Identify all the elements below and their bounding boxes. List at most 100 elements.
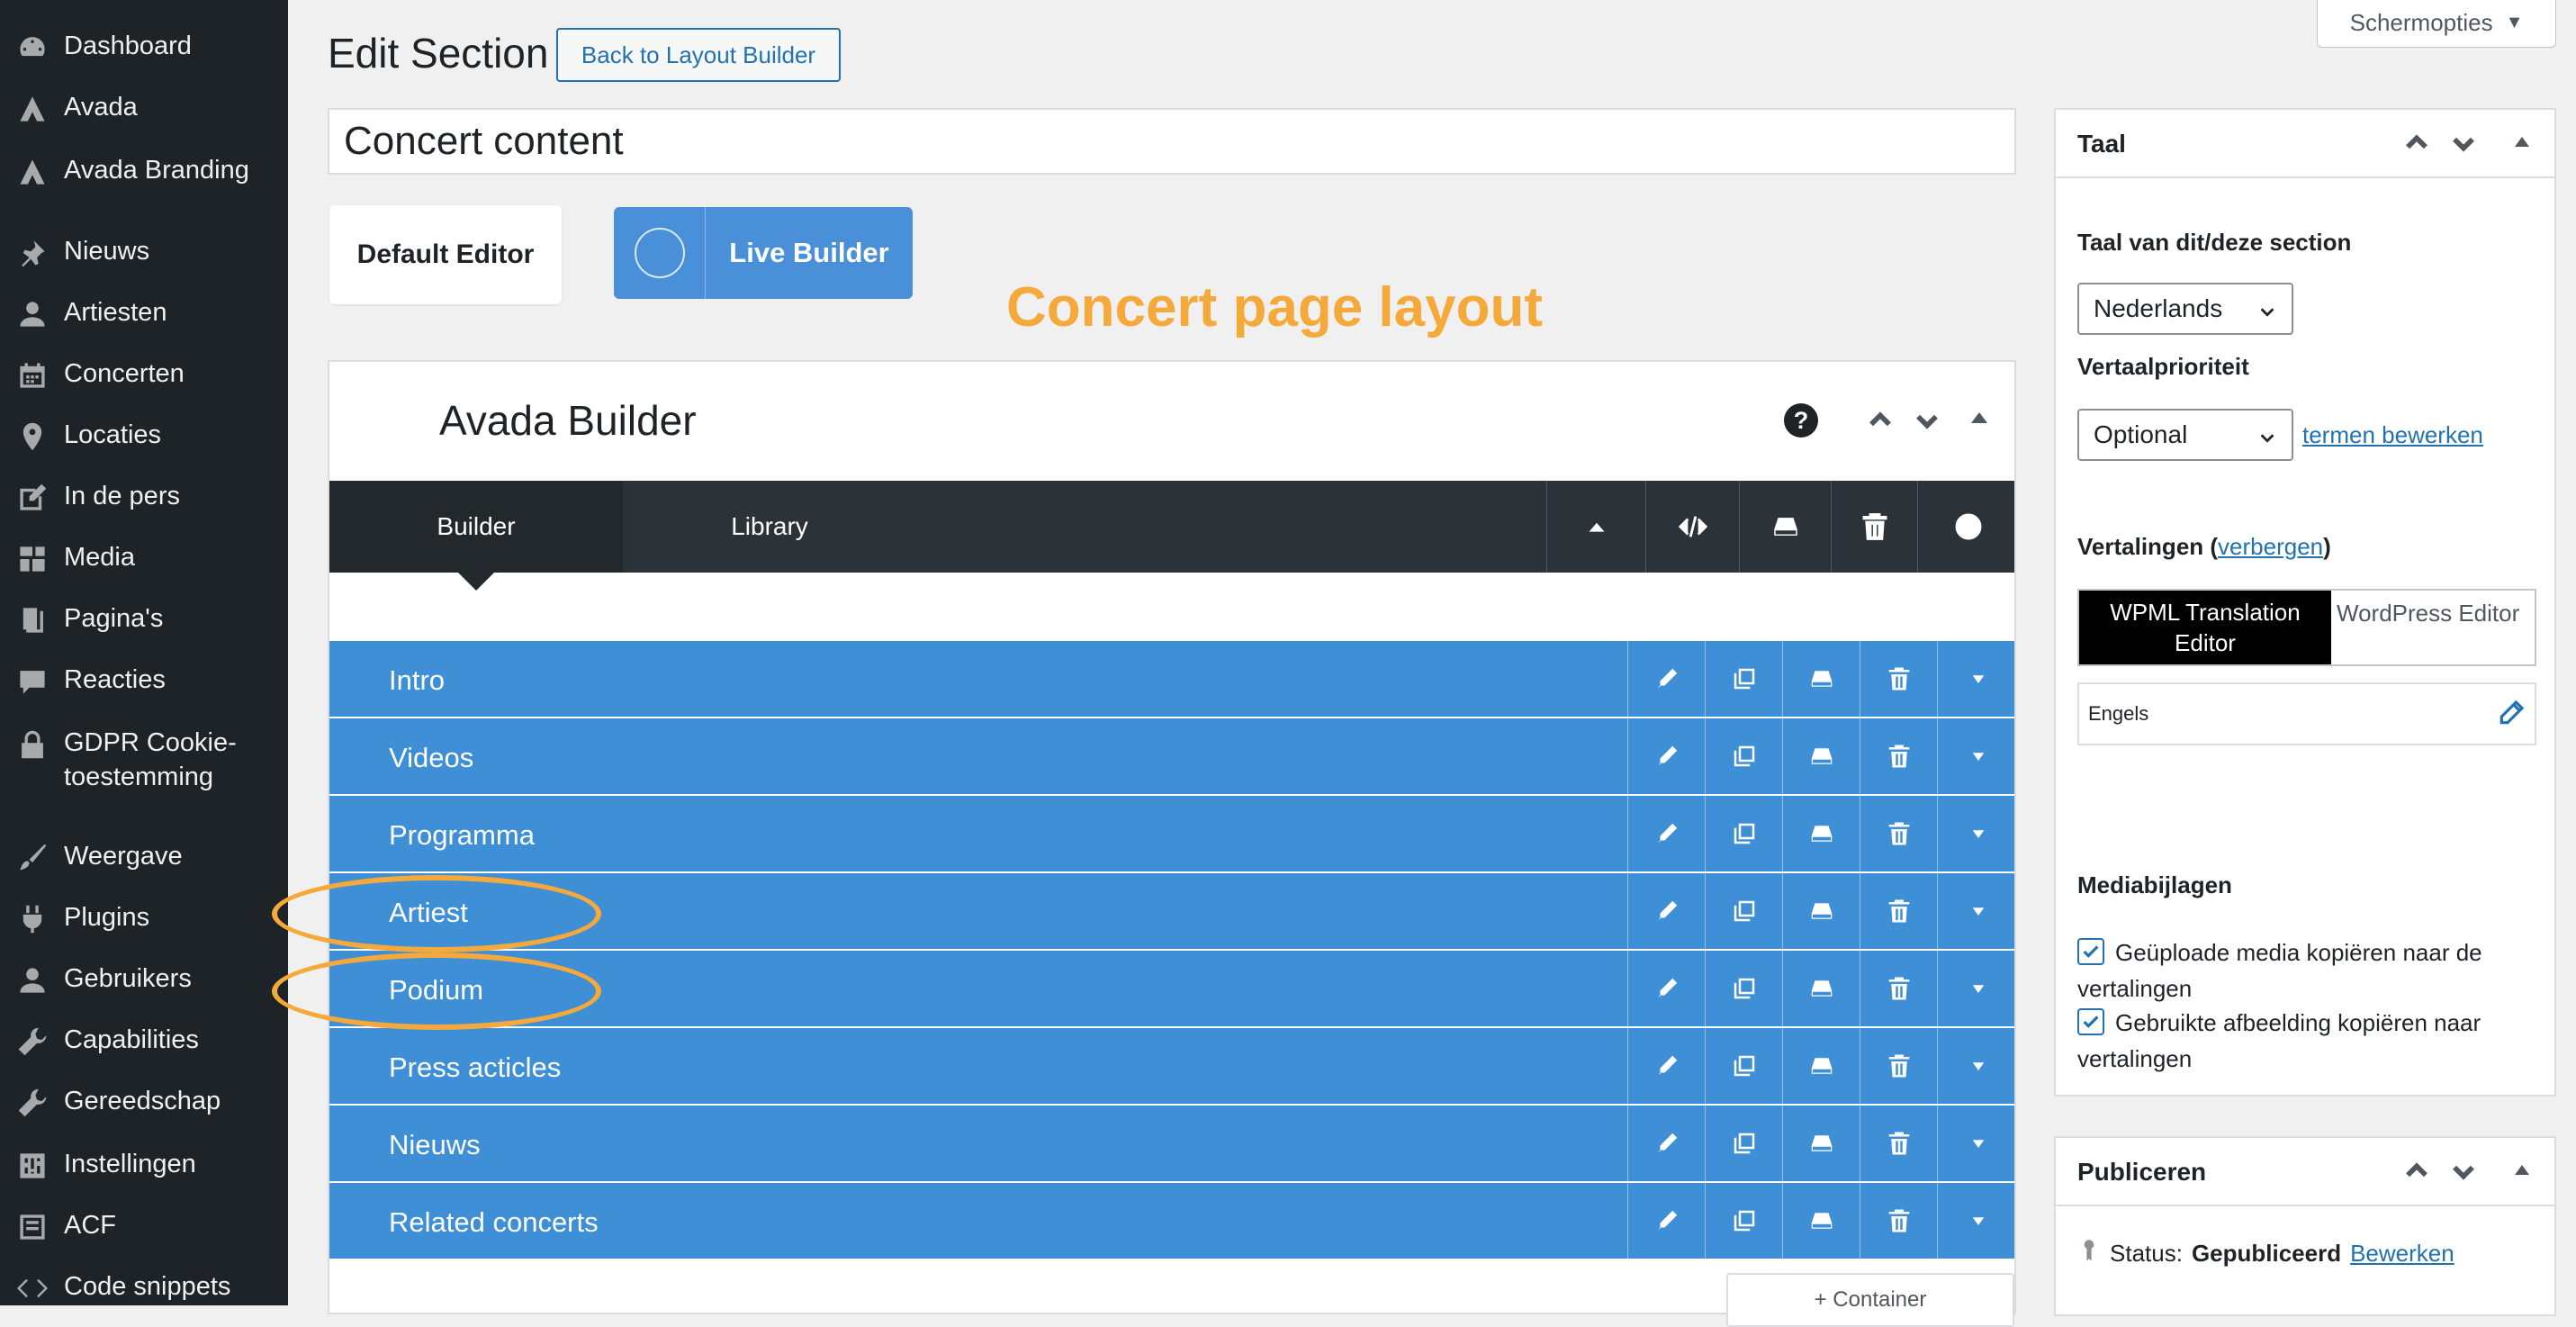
container-row[interactable]: Press acticles (329, 1028, 2014, 1104)
sidebar-item-label: Concerten (64, 359, 185, 388)
edit-terms-link[interactable]: termen bewerken (2302, 421, 2483, 449)
caret-down-icon[interactable] (1937, 718, 2018, 794)
edit-pencil-icon[interactable] (1627, 1106, 1705, 1181)
trash-icon[interactable] (1860, 951, 1937, 1026)
chevron-up-icon[interactable] (1865, 405, 1896, 436)
caret-down-icon[interactable] (1937, 1028, 2018, 1104)
code-view-icon[interactable] (1645, 481, 1739, 573)
tab-builder[interactable]: Builder (329, 481, 623, 591)
edit-pencil-icon[interactable] (1627, 641, 1705, 717)
add-container-button[interactable]: + Container (1726, 1273, 2014, 1327)
clone-icon[interactable] (1705, 873, 1782, 949)
tab-library[interactable]: Library (623, 481, 916, 573)
user-icon (16, 298, 49, 330)
chevron-up-icon[interactable] (2401, 128, 2432, 158)
title-input[interactable]: Concert content (328, 108, 2016, 175)
chevron-up-icon[interactable] (2401, 1156, 2432, 1187)
trash-icon[interactable] (1831, 481, 1917, 573)
edit-pencil-icon[interactable] (1627, 873, 1705, 949)
clone-icon[interactable] (1705, 951, 1782, 1026)
trash-icon[interactable] (1860, 873, 1937, 949)
collapse-toggle-icon[interactable] (2515, 1165, 2529, 1175)
container-row[interactable]: Intro (329, 641, 2014, 717)
container-row[interactable]: Related concerts (329, 1183, 2014, 1259)
sidebar-item-gdpr[interactable]: GDPR Cookie- toestemming (0, 726, 288, 798)
trash-icon[interactable] (1860, 641, 1937, 717)
edit-pencil-icon[interactable] (1627, 1183, 1705, 1259)
container-row[interactable]: Nieuws (329, 1106, 2014, 1181)
collapse-toggle-icon[interactable] (2515, 137, 2529, 147)
sidebar-item-label: Capabilities (64, 1025, 199, 1054)
caret-down-icon[interactable] (1937, 796, 2018, 871)
container-row[interactable]: Videos (329, 718, 2014, 794)
caret-down-icon[interactable] (1937, 951, 2018, 1026)
caret-down-icon[interactable] (1937, 873, 2018, 949)
edit-pencil-icon[interactable] (2497, 699, 2526, 727)
save-template-icon[interactable] (1782, 796, 1860, 871)
save-template-icon[interactable] (1782, 1028, 1860, 1104)
sidebar-item-label: Plugins (64, 903, 150, 932)
trash-icon[interactable] (1860, 1183, 1937, 1259)
container-name: Press acticles (389, 1052, 562, 1083)
clone-icon[interactable] (1705, 1183, 1782, 1259)
page-icon (16, 604, 49, 636)
tab-wpml-translation-editor[interactable]: WPML Translation Editor (2079, 591, 2331, 664)
tab-wordpress-editor[interactable]: WordPress Editor (2331, 591, 2535, 664)
avada-logo-icon (614, 207, 706, 299)
chevron-down-icon[interactable] (1912, 405, 1942, 436)
trash-icon[interactable] (1860, 1106, 1937, 1181)
edit-pencil-icon[interactable] (1627, 718, 1705, 794)
copy-uploaded-media-checkbox[interactable]: Geüploade media kopiëren naar de vertali… (2077, 934, 2536, 1007)
save-template-icon[interactable] (1782, 873, 1860, 949)
chevron-down-icon[interactable] (2448, 128, 2479, 158)
history-icon[interactable] (1917, 481, 2018, 573)
sidebar-item-label: Reacties (64, 665, 166, 694)
help-icon[interactable]: ? (1784, 403, 1818, 438)
clone-icon[interactable] (1705, 1028, 1782, 1104)
save-template-icon[interactable] (1739, 481, 1831, 573)
edit-pencil-icon[interactable] (1627, 1028, 1705, 1104)
live-builder-button[interactable]: Live Builder (614, 207, 913, 299)
default-editor-button[interactable]: Default Editor (329, 205, 562, 304)
section-language-label: Taal van dit/deze section (2077, 229, 2352, 256)
save-template-icon[interactable] (1782, 951, 1860, 1026)
caret-down-icon[interactable] (1937, 1106, 2018, 1181)
copy-featured-image-checkbox[interactable]: Gebruikte afbeelding kopiëren naar verta… (2077, 1005, 2536, 1077)
caret-down-icon[interactable] (1937, 641, 2018, 717)
publish-panel-header: Publiceren (2056, 1138, 2554, 1206)
clone-icon[interactable] (1705, 641, 1782, 717)
collapse-toggle-icon[interactable] (1971, 412, 1987, 423)
chevron-down-icon (2257, 299, 2277, 319)
hide-translations-link[interactable]: verbergen (2218, 533, 2323, 560)
priority-select[interactable]: Optional (2077, 409, 2293, 461)
language-select-value: Nederlands (2094, 294, 2223, 322)
back-to-layout-builder-button[interactable]: Back to Layout Builder (556, 28, 841, 82)
trash-icon[interactable] (1860, 796, 1937, 871)
collapse-all-icon[interactable] (1546, 481, 1645, 573)
translations-label-close: ) (2323, 533, 2331, 560)
trash-icon[interactable] (1860, 718, 1937, 794)
clone-icon[interactable] (1705, 796, 1782, 871)
wrench-icon (16, 1087, 49, 1119)
wrench-icon (16, 1025, 49, 1058)
edit-status-link[interactable]: Bewerken (2350, 1240, 2454, 1268)
save-template-icon[interactable] (1782, 1183, 1860, 1259)
chevron-down-icon[interactable] (2448, 1156, 2479, 1187)
clone-icon[interactable] (1705, 1106, 1782, 1181)
sidebar-item-label: Weergave (64, 842, 183, 871)
edit-pencil-icon[interactable] (1627, 796, 1705, 871)
caret-down-icon[interactable] (1937, 1183, 2018, 1259)
screen-options-button[interactable]: Schermopties ▼ (2317, 0, 2556, 48)
container-row[interactable]: Programma (329, 796, 2014, 871)
edit-pencil-icon[interactable] (1627, 951, 1705, 1026)
trash-icon[interactable] (1860, 1028, 1937, 1104)
save-template-icon[interactable] (1782, 641, 1860, 717)
location-icon (16, 420, 49, 453)
edit-icon (16, 482, 49, 514)
clone-icon[interactable] (1705, 718, 1782, 794)
annotation-oval-artiest (272, 875, 601, 952)
save-template-icon[interactable] (1782, 718, 1860, 794)
language-select[interactable]: Nederlands (2077, 283, 2293, 335)
save-template-icon[interactable] (1782, 1106, 1860, 1181)
avada-builder-box: Avada Builder ? Builder Library Intro Vi… (328, 360, 2018, 1327)
